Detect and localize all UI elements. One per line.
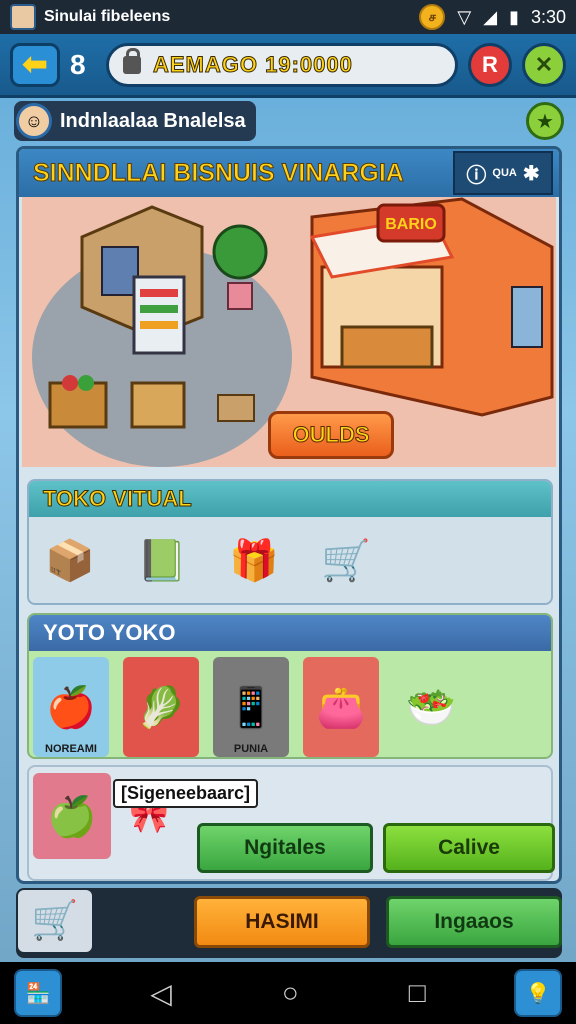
crate-icon[interactable]: 📗 bbox=[133, 531, 191, 589]
nav-back-icon[interactable]: ◁ bbox=[150, 977, 172, 1010]
toko-cards: 🍎 NOREAMI 🥬 📱 PUNIA 👛 🥗 bbox=[29, 651, 551, 763]
selected-item-tile[interactable]: 🍏 bbox=[33, 773, 111, 859]
toko-card-produce-shelf[interactable]: 🍎 NOREAMI bbox=[33, 657, 109, 757]
calive-button[interactable]: Calive bbox=[383, 823, 555, 873]
money-text: AEMAGO 19:0000 bbox=[153, 51, 353, 77]
wallet-icon: 👛 bbox=[316, 685, 366, 730]
fruit-2 bbox=[78, 375, 94, 391]
produce-shelf-icon: 🍏 bbox=[47, 794, 97, 839]
system-nav: ◁ ○ □ bbox=[150, 977, 425, 1010]
selected-item-section: 🍏 🎀 [Sigeneebaarc] Ngitales Calive bbox=[27, 765, 555, 881]
fridge-shelf bbox=[132, 275, 186, 355]
r-icon: R bbox=[482, 51, 498, 77]
close-button[interactable]: ✕ bbox=[522, 42, 566, 87]
store-counter bbox=[340, 325, 434, 369]
toko-card-phone[interactable]: 📱 PUNIA bbox=[213, 657, 289, 757]
info-icon: ⓘ bbox=[466, 164, 487, 187]
profile-r-button[interactable]: R bbox=[468, 42, 512, 87]
close-icon: ✕ bbox=[534, 51, 554, 77]
player-avatar-icon: ☺ bbox=[16, 103, 52, 139]
top-bar: ⬅ 8 AEMAGO 19:0000 R ✕ bbox=[0, 34, 576, 98]
build-button[interactable]: OULDS bbox=[268, 411, 394, 459]
toko-card-wallet[interactable]: 👛 bbox=[303, 657, 379, 757]
shelf-goods-1 bbox=[140, 289, 178, 297]
shop-home-button[interactable]: 🏪 bbox=[14, 969, 62, 1017]
status-title: Sinulai fibeleens bbox=[44, 8, 171, 25]
favorite-button[interactable]: ★ bbox=[526, 102, 564, 140]
shop-info-badge[interactable]: ⓘ QUA ✱ bbox=[453, 151, 553, 195]
cart-button[interactable]: 🛒 bbox=[18, 890, 92, 952]
main-panel: SINNDLLAI BISNUIS VINARGIA ⓘ QUA ✱ BARIO… bbox=[16, 146, 562, 884]
plant-pot bbox=[227, 282, 253, 310]
yoto-yoko-section: YOTO YOKO 🍎 NOREAMI 🥬 📱 PUNIA 👛 🥗 bbox=[27, 613, 553, 759]
player-tag[interactable]: ☺ Indnlaalaa Bnalelsa bbox=[14, 101, 256, 141]
status-time: 3:30 bbox=[530, 6, 566, 27]
toko-virtual-title: TOKO VITUAL bbox=[29, 481, 551, 517]
gift-basket-icon[interactable]: 🎁 bbox=[225, 531, 283, 589]
battery-icon: ▮ bbox=[509, 6, 519, 27]
shelf-goods-3 bbox=[140, 321, 178, 329]
lock-icon bbox=[123, 47, 141, 74]
store-icon: 🏪 bbox=[25, 982, 51, 1005]
bowl-icon: 🥗 bbox=[406, 685, 456, 730]
star-icon: ★ bbox=[536, 110, 554, 133]
shopping-cart-icon[interactable]: 🛒 bbox=[317, 531, 375, 589]
toko-card-label: NOREAMI bbox=[45, 743, 97, 755]
shop-title: SINNDLLAI BISNUIS VINARGIA bbox=[33, 158, 405, 187]
lightbulb-icon: 💡 bbox=[525, 982, 551, 1005]
nav-bar: 🏪 ◁ ○ □ 💡 bbox=[0, 962, 576, 1024]
small-crate bbox=[217, 394, 255, 422]
yoto-yoko-title: YOTO YOKO bbox=[29, 615, 551, 651]
plant-leaves bbox=[212, 224, 268, 280]
hasimi-button[interactable]: HASIMI bbox=[194, 896, 370, 948]
ingaaos-button[interactable]: Ingaaos bbox=[386, 896, 562, 948]
store-window bbox=[511, 286, 543, 348]
produce-shelf-icon: 🍎 bbox=[46, 685, 96, 730]
sparkle-icon: ✱ bbox=[522, 162, 540, 185]
shopping-cart-icon: 🛒 bbox=[31, 900, 79, 942]
produce-crate-icon: 🥬 bbox=[136, 685, 186, 730]
toko-card-bowl[interactable]: 🥗 bbox=[393, 657, 469, 757]
status-indicators: ச ▽ ◢ ▮ 3:30 bbox=[419, 4, 566, 30]
back-button[interactable]: ⬅ bbox=[10, 42, 60, 87]
shop-scene: BARIO OULDS bbox=[22, 197, 556, 467]
player-name: Indnlaalaa Bnalelsa bbox=[60, 109, 246, 132]
ngitales-button[interactable]: Ngitales bbox=[197, 823, 373, 873]
shop-header: SINNDLLAI BISNUIS VINARGIA ⓘ QUA ✱ bbox=[19, 149, 559, 197]
nav-home-icon[interactable]: ○ bbox=[282, 977, 299, 1010]
bottom-action-bar: 🛒 HASIMI Ingaaos bbox=[16, 888, 562, 958]
signal-icon: ◢ bbox=[483, 6, 498, 27]
hint-button[interactable]: 💡 bbox=[513, 969, 562, 1017]
toko-card-label: PUNIA bbox=[233, 743, 269, 755]
notification-badge-icon: ச bbox=[419, 4, 446, 30]
shop-badge-label: QUA bbox=[492, 167, 517, 179]
phone-icon: 📱 bbox=[226, 685, 276, 730]
shelf-goods-2 bbox=[140, 305, 178, 313]
level-number: 8 bbox=[70, 48, 86, 80]
store-sign-text: BARIO bbox=[385, 216, 437, 233]
virtual-items: 📦 📗 🎁 🛒 bbox=[29, 517, 551, 603]
arrow-left-icon: ⬅ bbox=[22, 48, 48, 81]
app-avatar-icon bbox=[10, 4, 36, 30]
player-row: ☺ Indnlaalaa Bnalelsa ★ bbox=[14, 100, 564, 142]
fruit-basket-1 bbox=[48, 381, 108, 429]
status-bar: Sinulai fibeleens ச ▽ ◢ ▮ 3:30 bbox=[0, 0, 576, 34]
fruit-1 bbox=[62, 375, 78, 391]
toko-virtual-section: TOKO VITUAL 📦 📗 🎁 🛒 bbox=[27, 479, 553, 605]
toko-card-produce-crate[interactable]: 🥬 bbox=[123, 657, 199, 757]
fruit-basket-2 bbox=[130, 381, 186, 429]
wifi-icon: ▽ bbox=[457, 6, 472, 27]
selected-item-label: [Sigeneebaarc] bbox=[113, 779, 259, 808]
money-bar: AEMAGO 19:0000 bbox=[106, 42, 458, 87]
box-icon[interactable]: 📦 bbox=[41, 531, 99, 589]
nav-recents-icon[interactable]: □ bbox=[409, 977, 426, 1010]
